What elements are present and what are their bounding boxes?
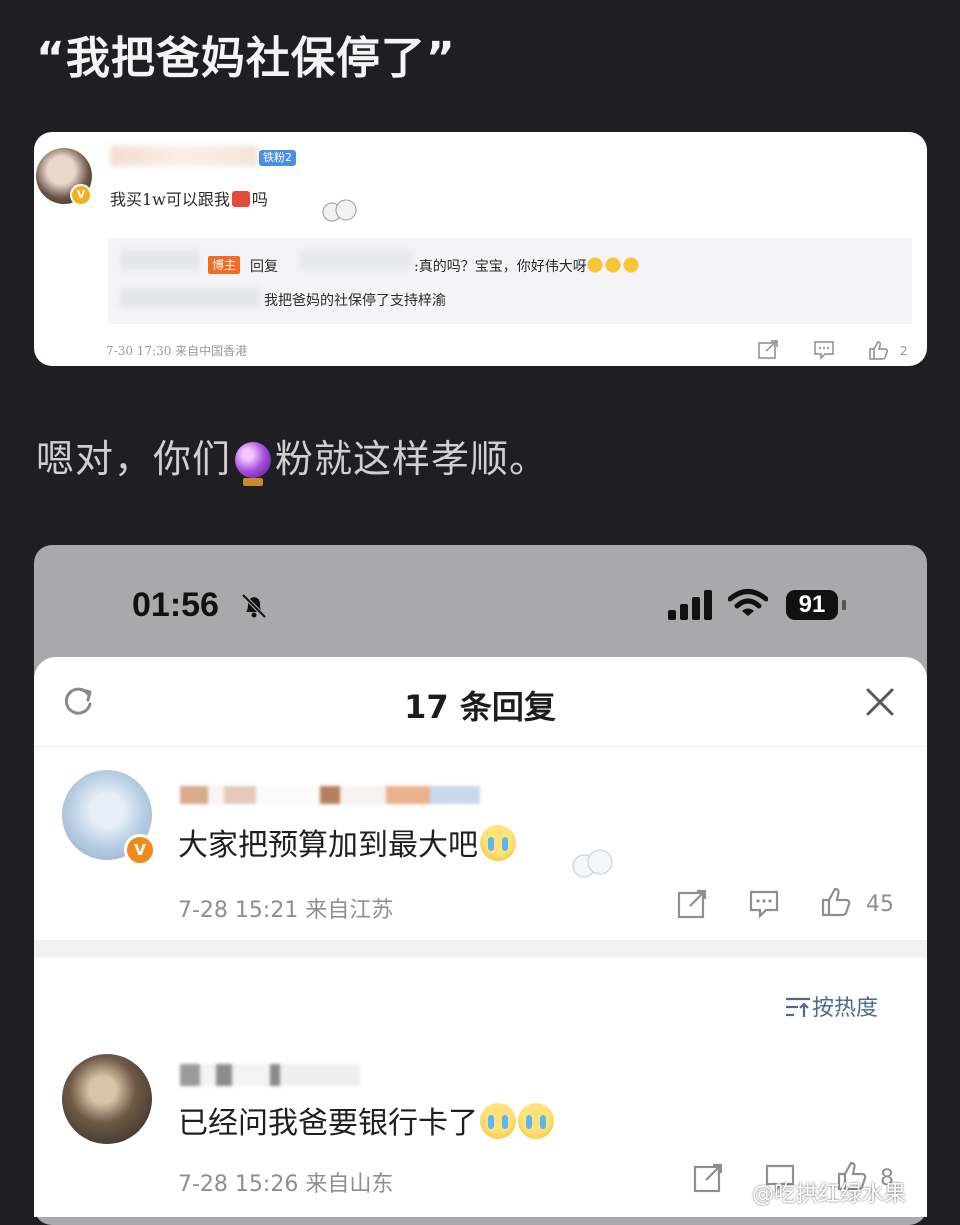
reply-text: :真的吗？宝宝，你好伟大呀 bbox=[414, 256, 641, 276]
crying-emoji-icon bbox=[586, 257, 641, 273]
sort-icon bbox=[786, 997, 810, 1017]
blurred-text bbox=[120, 288, 260, 308]
battery-indicator: 91 bbox=[786, 590, 838, 620]
wifi-icon bbox=[728, 589, 768, 616]
battery-tip bbox=[842, 600, 846, 610]
like-icon[interactable] bbox=[820, 886, 852, 918]
verified-badge-icon: V bbox=[124, 834, 156, 866]
comment-meta: 7-30 17:30 来自中国香港 bbox=[106, 344, 248, 358]
comment-icon[interactable] bbox=[748, 888, 780, 920]
verified-badge-icon: V bbox=[70, 184, 92, 206]
cell-signal-icon bbox=[668, 590, 712, 620]
comment-text: 我买1w可以跟我吗 bbox=[110, 190, 268, 209]
watermark: @吃拱红绿水果 bbox=[752, 1182, 907, 1207]
crystal-ball-emoji-icon bbox=[235, 442, 272, 486]
sheet-title: 17 条回复 bbox=[404, 688, 556, 726]
like-icon[interactable] bbox=[868, 340, 890, 360]
comment-text: 已经问我爸要银行卡了 bbox=[178, 1098, 554, 1142]
sticker-icon bbox=[322, 199, 357, 222]
blurred-username bbox=[300, 250, 412, 270]
share-icon[interactable] bbox=[692, 1162, 724, 1194]
post-title: “我把爸妈社保停了” bbox=[36, 33, 456, 84]
blurred-username bbox=[110, 146, 258, 166]
share-icon[interactable] bbox=[757, 340, 779, 360]
comment-icon[interactable] bbox=[813, 340, 835, 360]
comment-text: 大家把预算加到最大吧 bbox=[178, 820, 516, 864]
share-icon[interactable] bbox=[676, 888, 708, 920]
status-bar-time: 01:56 bbox=[132, 586, 219, 624]
crying-emoji-icon bbox=[480, 825, 516, 861]
reply-block bbox=[108, 238, 912, 324]
sticker-icon bbox=[572, 849, 613, 878]
like-count: 2 bbox=[900, 344, 908, 358]
bell-muted-icon bbox=[241, 593, 267, 619]
blurred-text bbox=[120, 250, 200, 270]
fan-level-badge: 铁粉2 bbox=[259, 150, 296, 166]
section-separator bbox=[34, 940, 927, 958]
comment-meta: 7-28 15:26 来自山东 bbox=[178, 1172, 394, 1197]
blurred-username bbox=[180, 1064, 360, 1086]
sort-by-hot-button[interactable]: 按热度 bbox=[784, 990, 878, 1022]
crying-emoji-icon bbox=[518, 1103, 554, 1139]
caption-text: 嗯对，你们 粉就这样孝顺。 bbox=[36, 437, 549, 486]
divider bbox=[34, 746, 927, 747]
reply-label: 回复 bbox=[250, 259, 278, 275]
like-count: 45 bbox=[866, 892, 894, 917]
comment-meta: 7-28 15:21 来自江苏 bbox=[178, 898, 394, 923]
red-envelope-emoji-icon bbox=[231, 191, 250, 207]
avatar[interactable] bbox=[62, 1054, 152, 1144]
crying-emoji-icon bbox=[480, 1103, 516, 1139]
blurred-username bbox=[180, 786, 480, 804]
author-tag: 博主 bbox=[208, 256, 241, 274]
reply-text-line2: 我把爸妈的社保停了支持梓渝 bbox=[264, 293, 446, 309]
close-icon[interactable] bbox=[864, 686, 896, 718]
